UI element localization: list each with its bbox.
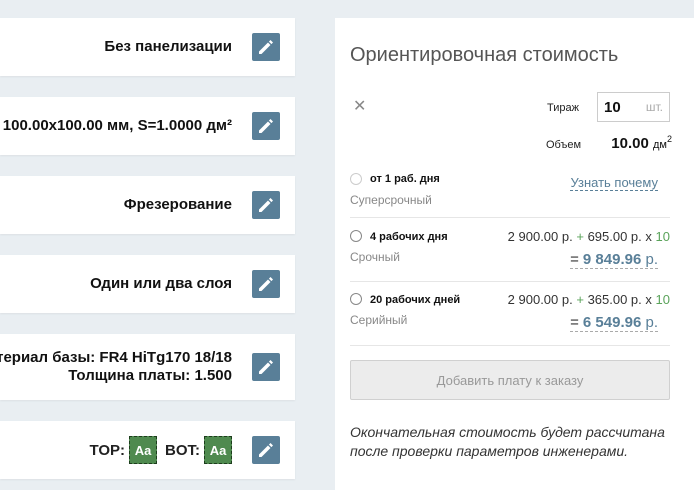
option-sub: Срочный: [350, 250, 400, 264]
radio-serial[interactable]: [350, 293, 362, 305]
add-board-button[interactable]: Добавить плату к заказу: [350, 360, 670, 400]
disclaimer-note: Окончательная стоимость будет рассчитана…: [350, 424, 665, 459]
unit-price: 365.00 р.: [587, 292, 642, 307]
mask-top-swatch: Aa: [129, 436, 157, 464]
pencil-icon: [259, 277, 273, 291]
option-urgent: 4 рабочих дня Срочный 2 900.00 р. + 695.…: [350, 229, 670, 284]
volume-label: Объем: [546, 139, 582, 151]
close-icon[interactable]: ✕: [353, 96, 366, 116]
divider: [350, 217, 670, 218]
total-value: 9 849.96: [582, 251, 642, 268]
material-text: Материал базы: FR4 HiTg170 18/18: [0, 349, 232, 366]
option-sub: Суперсрочный: [350, 193, 432, 207]
option-name: 20 рабочих дней: [370, 294, 461, 306]
mask-card: TOP: Aa BOT: Aa: [0, 421, 295, 479]
total-value: 6 549.96: [582, 314, 642, 331]
quantity: 10: [655, 292, 670, 307]
material-card: Материал базы: FR4 HiTg170 18/18 Толщина…: [0, 334, 295, 400]
pencil-icon: [259, 119, 273, 133]
volume-unit: дм: [653, 139, 667, 151]
size-text: 100.00x100.00 мм, S=1.0000 дм²: [2, 117, 232, 134]
tiraz-input[interactable]: 10 шт.: [597, 92, 670, 122]
price-calc: 2 900.00 р. + 365.00 р. x 10: [508, 292, 670, 307]
quantity: 10: [655, 229, 670, 244]
cost-panel: Ориентировочная стоимость ✕ Тираж 10 шт.…: [335, 18, 694, 490]
option-name: 4 рабочих дня: [370, 231, 448, 243]
option-superurgent: от 1 раб. дня Суперсрочный Узнать почему: [350, 172, 670, 212]
equals-sign: =: [570, 251, 579, 268]
equals-sign: =: [570, 314, 579, 331]
material-text-block: Материал базы: FR4 HiTg170 18/18 Толщина…: [0, 349, 232, 385]
volume-readout: 10.00 дм2: [611, 134, 672, 152]
why-link[interactable]: Узнать почему: [570, 175, 658, 191]
pencil-icon: [259, 198, 273, 212]
layers-card: Один или два слоя: [0, 255, 295, 313]
radio-superurgent[interactable]: [350, 173, 362, 185]
pencil-icon: [259, 443, 273, 457]
times-sign: x: [645, 229, 652, 244]
panel-title: Ориентировочная стоимость: [350, 44, 619, 66]
unit-price: 695.00 р.: [587, 229, 642, 244]
pencil-icon: [259, 360, 273, 374]
total-price: = 9 849.96 р.: [570, 251, 658, 269]
tiraz-unit: шт.: [645, 100, 663, 114]
plus-sign: +: [576, 292, 584, 307]
size-card: 100.00x100.00 мм, S=1.0000 дм²: [0, 97, 295, 155]
price-calc: 2 900.00 р. + 695.00 р. x 10: [508, 229, 670, 244]
base-price: 2 900.00 р.: [507, 229, 573, 244]
edit-size-button[interactable]: [252, 112, 280, 140]
edit-mask-button[interactable]: [252, 436, 280, 464]
mask-bot-label: BOT:: [165, 441, 200, 459]
milling-text: Фрезерование: [123, 196, 232, 213]
edit-material-button[interactable]: [252, 353, 280, 381]
layers-text: Один или два слоя: [90, 275, 232, 292]
mask-bot-swatch: Aa: [204, 436, 232, 464]
total-price: = 6 549.96 р.: [570, 314, 658, 332]
volume-unit-sup: 2: [666, 134, 672, 144]
divider: [350, 281, 670, 282]
edit-milling-button[interactable]: [252, 191, 280, 219]
divider: [350, 345, 670, 346]
currency: р.: [645, 314, 658, 331]
edit-layers-button[interactable]: [252, 270, 280, 298]
mask-top-label: TOP:: [89, 441, 125, 459]
panelization-card: Без панелизации: [0, 18, 295, 76]
pencil-icon: [259, 40, 273, 54]
option-name: от 1 раб. дня: [370, 173, 440, 185]
tiraz-label: Тираж: [547, 102, 579, 114]
plus-sign: +: [576, 229, 584, 244]
radio-urgent[interactable]: [350, 230, 362, 242]
base-price: 2 900.00 р.: [507, 292, 573, 307]
option-serial: 20 рабочих дней Серийный 2 900.00 р. + 3…: [350, 292, 670, 347]
tiraz-value: 10: [604, 98, 621, 116]
option-sub: Серийный: [350, 313, 408, 327]
times-sign: x: [645, 292, 652, 307]
milling-card: Фрезерование: [0, 176, 295, 234]
thickness-text: Толщина платы: 1.500: [68, 367, 232, 384]
edit-panelization-button[interactable]: [252, 33, 280, 61]
panelization-text: Без панелизации: [104, 38, 232, 55]
volume-value: 10.00: [611, 135, 649, 152]
currency: р.: [645, 251, 658, 268]
